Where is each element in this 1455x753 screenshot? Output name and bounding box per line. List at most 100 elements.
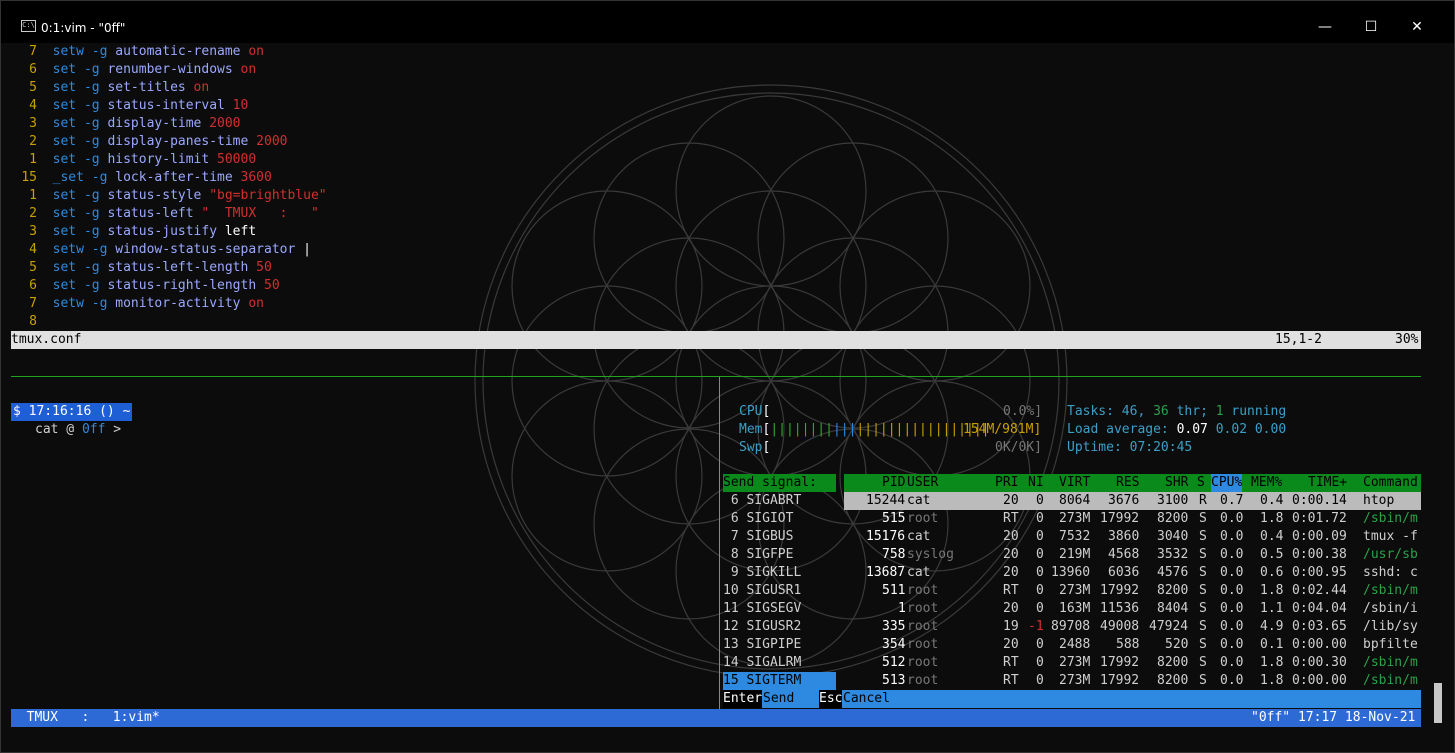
scrollbar[interactable] bbox=[1421, 43, 1454, 731]
process-state: S bbox=[1199, 565, 1207, 580]
signal-item[interactable]: 6 SIGABRT bbox=[723, 492, 801, 510]
pane-divider[interactable] bbox=[11, 376, 1421, 377]
cpu-value: 0.0%] bbox=[1003, 404, 1043, 419]
process-row[interactable]: 15244 cat 20 0 8064 3676 3100 R 0.7 0.4 0:00.14 hto… bbox=[844, 492, 1421, 510]
process-row[interactable]: 515 root RT 0 273M 17992 8200 S 0.0 1.8 0:01.72/sb… bbox=[844, 510, 1421, 528]
enter-key[interactable]: Enter bbox=[723, 690, 763, 708]
vim-line[interactable]: 3 set -g status-justify left bbox=[11, 223, 256, 241]
tmux-session[interactable]: 7 setw -g automatic-rename on 6 set -g re… bbox=[11, 43, 1421, 731]
column-header-res[interactable]: RES bbox=[1116, 474, 1139, 492]
process-row[interactable]: 513 root RT 0 273M 17992 8200 S 0.0 1.8 0:00.00/sb… bbox=[844, 672, 1421, 690]
vim-line[interactable]: 5 set -g set-titles on bbox=[11, 79, 209, 97]
process-shr: 520 bbox=[1165, 637, 1189, 652]
process-cpu: 0.0 bbox=[1220, 601, 1244, 616]
vim-line[interactable]: 7 setw -g automatic-rename on bbox=[11, 43, 264, 61]
vim-line[interactable]: 1 set -g history-limit 50000 bbox=[11, 151, 256, 169]
process-pri: 20 bbox=[1003, 529, 1019, 544]
process-cpu: 0.0 bbox=[1220, 511, 1244, 526]
process-pri: 20 bbox=[1003, 493, 1019, 508]
process-row[interactable]: 511 root RT 0 273M 17992 8200 S 0.0 1.8 0:02.44/sb… bbox=[844, 582, 1421, 600]
vim-line-number: 1 bbox=[29, 152, 37, 167]
signal-item[interactable]: 13 SIGPIPE bbox=[723, 636, 801, 654]
column-header-pid[interactable]: PID bbox=[882, 474, 905, 492]
vim-option: monitor-activity bbox=[115, 296, 241, 311]
process-shr: 8200 bbox=[1157, 511, 1189, 526]
process-mem: 0.4 bbox=[1260, 493, 1284, 508]
process-row[interactable]: 512 root RT 0 273M 17992 8200 S 0.0 1.8 0:00.30/sb… bbox=[844, 654, 1421, 672]
vim-line-number: 1 bbox=[29, 188, 37, 203]
vim-line[interactable]: 6 set -g status-right-length 50 bbox=[11, 277, 280, 295]
signal-item[interactable]: 14 SIGALRM bbox=[723, 654, 801, 672]
process-table-header[interactable]: PID USER PRI NI VIRT RES SHR S CPU% MEM% TIME+ Comm… bbox=[844, 474, 1421, 492]
process-mem: 4.9 bbox=[1260, 619, 1284, 634]
signal-item[interactable]: 9 SIGKILL bbox=[723, 564, 801, 582]
vim-line[interactable]: 6 set -g renumber-windows on bbox=[11, 61, 256, 79]
process-shr: 8200 bbox=[1157, 673, 1189, 688]
vim-line[interactable]: 2 set -g display-panes-time 2000 bbox=[11, 133, 287, 151]
process-pri: 20 bbox=[1003, 547, 1019, 562]
process-ni: 0 bbox=[1036, 637, 1044, 652]
process-row[interactable]: 15176 cat 20 0 7532 3860 3040 S 0.0 0.4 0:00.09 tmu… bbox=[844, 528, 1421, 546]
vim-line[interactable]: 4 setw -g window-status-separator | bbox=[11, 241, 311, 259]
column-header-shr[interactable]: SHR bbox=[1165, 474, 1188, 492]
shell-command-line[interactable]: cat @ 0ff > bbox=[35, 421, 121, 439]
window-title: 0:1:vim - "0ff" bbox=[41, 21, 126, 35]
vim-line[interactable]: 2 set -g status-left " TMUX : " bbox=[11, 205, 319, 223]
process-state: S bbox=[1199, 601, 1207, 616]
vim-line[interactable]: 15 _set -g lock-after-time 3600 bbox=[11, 169, 272, 187]
vim-value: 3600 bbox=[232, 170, 272, 185]
vim-line[interactable]: 7 setw -g monitor-activity on bbox=[11, 295, 264, 313]
process-time: 0:03.65 bbox=[1292, 619, 1347, 634]
close-button[interactable]: ✕ bbox=[1394, 13, 1440, 41]
esc-key[interactable]: Esc bbox=[819, 690, 843, 708]
process-row[interactable]: 13687 cat 20 0 13960 6036 4576 S 0.0 0.6 0:00.95 ss… bbox=[844, 564, 1421, 582]
minimize-button[interactable]: — bbox=[1302, 13, 1348, 41]
column-header-mem[interactable]: MEM% bbox=[1251, 474, 1282, 492]
process-mem: 0.5 bbox=[1260, 547, 1284, 562]
vim-flag: -g bbox=[83, 242, 116, 257]
maximize-button[interactable]: ☐ bbox=[1348, 13, 1394, 41]
pane-divider-vertical[interactable] bbox=[719, 377, 720, 710]
column-header-cpu[interactable]: CPU% bbox=[1211, 474, 1243, 492]
vim-option: history-limit bbox=[107, 152, 210, 167]
vim-line[interactable]: 8 bbox=[11, 313, 53, 331]
process-row[interactable]: 1 root 20 0 163M 11536 8404 S 0.0 1.1 0:04.04/sbin… bbox=[844, 600, 1421, 618]
column-header-user[interactable]: USER bbox=[907, 474, 938, 492]
signal-item[interactable]: 7 SIGBUS bbox=[723, 528, 794, 546]
vim-line[interactable]: 1 set -g status-style "bg=brightblue" bbox=[11, 187, 326, 205]
process-row[interactable]: 354 root 20 0 2488 588 520 S 0.0 0.1 0:00.00 bpfilt… bbox=[844, 636, 1421, 654]
vim-line[interactable]: 5 set -g status-left-length 50 bbox=[11, 259, 272, 277]
cancel-action[interactable]: Cancel bbox=[843, 690, 890, 708]
column-header-command[interactable]: Command bbox=[1363, 474, 1418, 492]
tmux-window-list[interactable]: TMUX : 1:vim* bbox=[11, 709, 160, 727]
vim-value: 2000 bbox=[248, 134, 288, 149]
title-bar[interactable]: C:\ 0:1:vim - "0ff" — ☐ ✕ bbox=[1, 1, 1454, 43]
column-header-virt[interactable]: VIRT bbox=[1059, 474, 1090, 492]
vim-line[interactable]: 3 set -g display-time 2000 bbox=[11, 115, 240, 133]
scrollbar-thumb[interactable] bbox=[1434, 683, 1442, 723]
signal-item[interactable]: 12 SIGUSR2 bbox=[723, 618, 801, 636]
column-header-time[interactable]: TIME+ bbox=[1308, 474, 1347, 492]
vim-value: 50 bbox=[256, 278, 280, 293]
column-header-s[interactable]: S bbox=[1197, 474, 1205, 492]
signal-item[interactable]: 15 SIGTERM bbox=[723, 672, 801, 690]
signal-item[interactable]: 11 SIGSEGV bbox=[723, 600, 801, 618]
process-shr: 8200 bbox=[1157, 583, 1189, 598]
process-row[interactable]: 758 syslog 20 0 219M 4568 3532 S 0.0 0.5 0:00.38/u… bbox=[844, 546, 1421, 564]
vim-line-number: 6 bbox=[29, 278, 37, 293]
vim-line[interactable]: 4 set -g status-interval 10 bbox=[11, 97, 248, 115]
process-pri: 20 bbox=[1003, 637, 1019, 652]
signal-item[interactable]: 6 SIGIOT bbox=[723, 510, 794, 528]
process-row[interactable]: 335 root 19 -1 89708 49008 47924 S 0.0 4.9 0:03.65… bbox=[844, 618, 1421, 636]
process-time: 0:04.04 bbox=[1292, 601, 1347, 616]
process-mem: 0.6 bbox=[1260, 565, 1284, 580]
vim-flag: -g bbox=[76, 134, 108, 149]
column-header-pri[interactable]: PRI bbox=[995, 474, 1018, 492]
process-user: root bbox=[907, 619, 939, 634]
signal-item[interactable]: 8 SIGFPE bbox=[723, 546, 794, 564]
signal-item[interactable]: 10 SIGUSR1 bbox=[723, 582, 801, 600]
shell-prompt: $ 17:16:16 () ~ bbox=[11, 403, 133, 421]
vim-flag: -g bbox=[76, 278, 108, 293]
send-action[interactable]: Send bbox=[763, 690, 794, 708]
column-header-ni[interactable]: NI bbox=[1028, 474, 1044, 492]
